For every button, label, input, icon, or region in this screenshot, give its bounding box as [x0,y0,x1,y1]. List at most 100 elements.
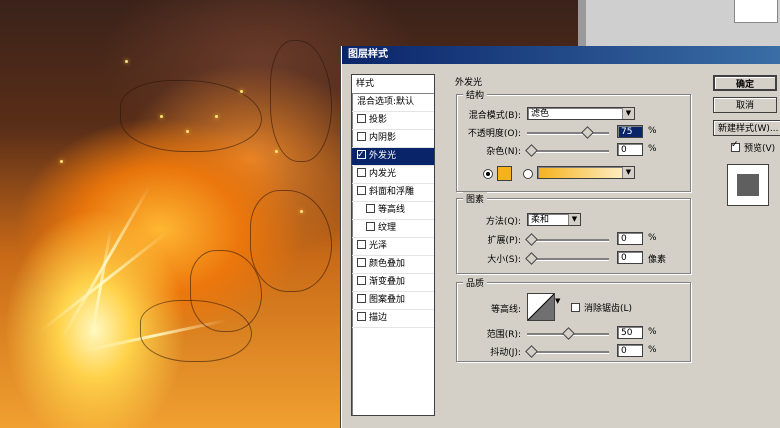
new-style-button[interactable]: 新建样式(W)... [713,120,780,136]
style-list-item-label: 内发光 [369,169,397,179]
anti-alias-label: 消除锯齿(L) [584,304,633,314]
style-checkbox[interactable] [357,258,366,267]
preview-checkbox[interactable] [731,140,740,152]
contour-dropdown-arrow[interactable]: ▼ [555,297,560,305]
style-list-header[interactable]: 样式 [352,75,434,94]
opacity-input[interactable]: 75 [617,125,643,138]
opacity-unit: % [648,126,657,136]
style-list-item-label: 投影 [369,115,388,125]
glow-gradient-picker[interactable]: ▼ [537,166,635,179]
style-list-item[interactable]: 混合选项:默认 [352,94,434,112]
chevron-down-icon: ▼ [622,167,634,178]
noise-input[interactable]: 0 [617,143,643,156]
range-input[interactable]: 50 [617,326,643,339]
style-list-item[interactable]: 外发光 [352,147,434,166]
size-slider-thumb[interactable] [525,252,538,265]
outer-glow-title: 外发光 [452,75,486,88]
structure-group: 结构 混合模式(B): 滤色 ▼ 不透明度(O): 75 % 杂色(N): 0 … [456,88,691,192]
style-checkbox[interactable] [357,168,366,177]
style-list-item[interactable]: 内阴影 [352,130,434,148]
style-list-item-label: 光泽 [369,241,388,251]
opacity-slider[interactable] [527,126,609,139]
style-list-item[interactable]: 描边 [352,310,434,328]
style-checkbox[interactable] [357,276,366,285]
style-list-item-label: 混合选项:默认 [357,97,415,107]
spread-slider-thumb[interactable] [525,233,538,246]
contour-picker[interactable] [527,293,555,321]
style-checkbox[interactable] [357,114,366,123]
style-list-item-label: 外发光 [369,151,397,161]
gradient-radio[interactable] [523,169,533,179]
quality-group: 品质 等高线: ▼ 消除锯齿(L) 范围(R): 50 % 抖动(J): 0 % [456,276,691,362]
blend-mode-value: 滤色 [531,109,550,119]
contour-label: 等高线: [490,305,521,315]
blend-mode-select[interactable]: 滤色 ▼ [527,107,635,120]
glow-color-swatch[interactable] [497,166,512,181]
spread-label: 扩展(P): [487,236,521,246]
style-list-item-label: 渐变叠加 [369,277,406,287]
style-checkbox[interactable] [366,204,375,213]
style-checkbox[interactable] [366,222,375,231]
background-panel [578,0,780,48]
range-slider[interactable] [527,327,609,340]
style-list-item[interactable]: 等高线 [352,202,434,220]
style-checkbox[interactable] [357,132,366,141]
style-list-item-label: 内阴影 [369,133,397,143]
jitter-input[interactable]: 0 [617,344,643,357]
solid-color-radio[interactable] [483,169,493,179]
style-list-item[interactable]: 纹理 [352,220,434,238]
opacity-label: 不透明度(O): [467,129,521,139]
technique-label: 方法(Q): [485,217,521,227]
preview-label: 预览(V) [744,144,776,154]
layer-style-dialog: 图层样式 样式 混合选项:默认投影内阴影外发光内发光斜面和浮雕等高线纹理光泽颜色… [341,46,780,428]
dialog-title[interactable]: 图层样式 [342,46,780,64]
style-list-item[interactable]: 图案叠加 [352,292,434,310]
style-list-item[interactable]: 渐变叠加 [352,274,434,292]
structure-title: 结构 [463,88,488,101]
size-input[interactable]: 0 [617,251,643,264]
range-label: 范围(R): [486,330,521,340]
chevron-down-icon: ▼ [622,108,634,119]
noise-label: 杂色(N): [486,147,521,157]
size-label: 大小(S): [487,255,521,265]
cancel-button[interactable]: 取消 [713,97,777,113]
style-checkbox[interactable] [357,312,366,321]
anti-alias-checkbox[interactable] [571,303,580,312]
jitter-unit: % [648,345,657,355]
noise-unit: % [648,144,657,154]
technique-value: 柔和 [531,215,550,225]
noise-slider[interactable] [525,144,609,157]
spread-unit: % [648,233,657,243]
technique-select[interactable]: 柔和 ▼ [527,213,581,226]
panel-box [734,0,778,23]
blend-mode-label: 混合模式(B): [468,111,521,121]
style-list: 样式 混合选项:默认投影内阴影外发光内发光斜面和浮雕等高线纹理光泽颜色叠加渐变叠… [351,74,435,416]
opacity-slider-thumb[interactable] [580,126,594,139]
quality-title: 品质 [463,276,488,289]
noise-slider-thumb[interactable] [525,144,538,157]
range-slider-thumb[interactable] [562,327,575,340]
elements-group: 图素 方法(Q): 柔和 ▼ 扩展(P): 0 % 大小(S): 0 像素 [456,192,691,274]
style-list-item[interactable]: 斜面和浮雕 [352,184,434,202]
jitter-slider[interactable] [525,345,609,358]
size-slider[interactable] [525,252,609,265]
style-list-item[interactable]: 光泽 [352,238,434,256]
style-list-item[interactable]: 内发光 [352,166,434,184]
style-checkbox[interactable] [357,147,366,164]
style-checkbox[interactable] [357,186,366,195]
ok-button[interactable]: 确定 [713,75,777,91]
spread-input[interactable]: 0 [617,232,643,245]
style-preview-thumbnail [727,164,769,206]
chevron-down-icon: ▼ [568,214,580,225]
jitter-slider-thumb[interactable] [525,345,538,358]
style-list-item-label: 斜面和浮雕 [369,187,415,197]
style-checkbox[interactable] [357,240,366,249]
style-list-item[interactable]: 颜色叠加 [352,256,434,274]
style-list-item[interactable]: 投影 [352,112,434,130]
style-list-item-label: 纹理 [378,223,397,233]
style-checkbox[interactable] [357,294,366,303]
jitter-label: 抖动(J): [490,348,521,358]
elements-title: 图素 [463,192,488,205]
style-preview-swatch [737,174,759,196]
spread-slider[interactable] [525,233,609,246]
